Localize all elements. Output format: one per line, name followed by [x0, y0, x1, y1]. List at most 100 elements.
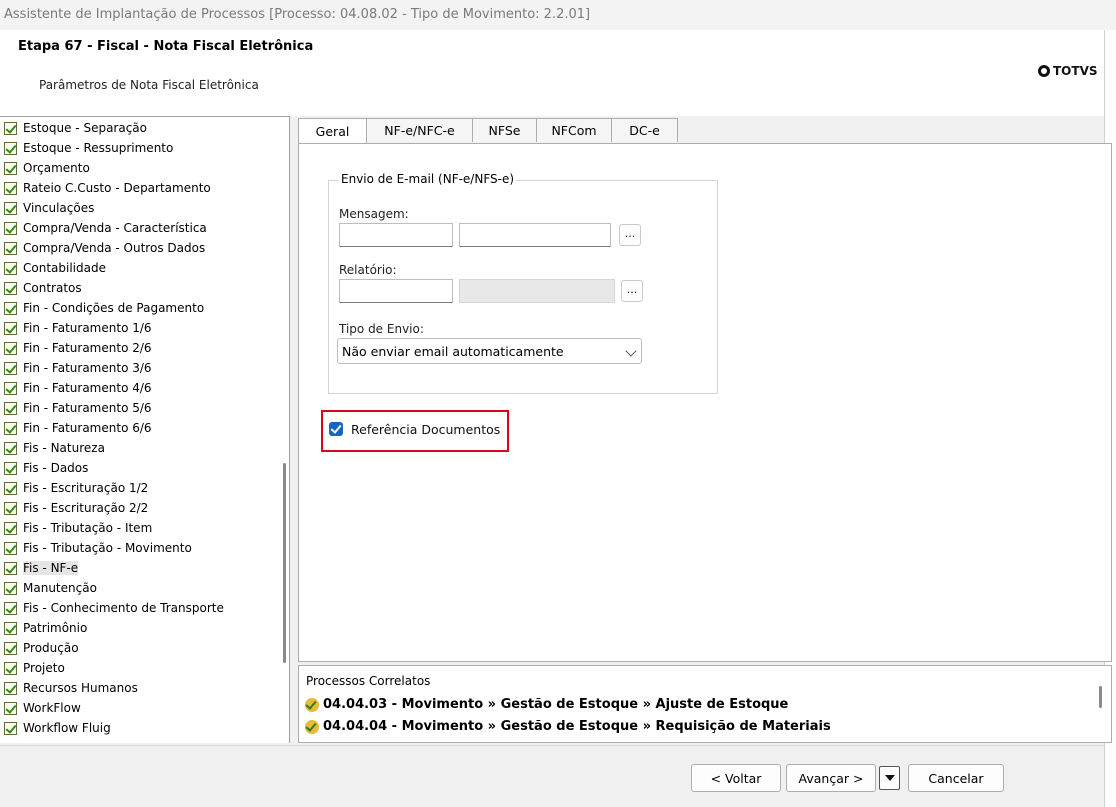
tree-item[interactable]: Fis - Tributação - Item [4, 518, 152, 538]
totvs-logo-icon [1038, 65, 1050, 77]
tree-item[interactable]: Fin - Faturamento 1/6 [4, 318, 152, 338]
tree-scrollbar[interactable] [283, 463, 286, 663]
tree-item-label: Recursos Humanos [23, 681, 138, 695]
tree-item[interactable]: Manutenção [4, 578, 97, 598]
tree-item[interactable]: Fin - Faturamento 3/6 [4, 358, 152, 378]
tree-item[interactable]: Contratos [4, 278, 82, 298]
related-processes-panel: Processos Correlatos 04.04.03 - Moviment… [298, 665, 1112, 743]
tree-item-label: Fis - Conhecimento de Transporte [23, 601, 224, 615]
tree-item[interactable]: Compra/Venda - Outros Dados [4, 238, 205, 258]
tree-item[interactable]: Fin - Condições de Pagamento [4, 298, 204, 318]
tree-item-label: Workflow Fluig [23, 721, 111, 735]
tree-item[interactable]: Vinculações [4, 198, 94, 218]
tree-item[interactable]: Fis - Escrituração 2/2 [4, 498, 148, 518]
tree-item-label: Fis - Tributação - Movimento [23, 541, 192, 555]
tree-item[interactable]: Recursos Humanos [4, 678, 138, 698]
related-item[interactable]: 04.04.04 - Movimento » Gestão de Estoque… [305, 719, 831, 734]
tree-item-label: Fis - Escrituração 2/2 [23, 501, 149, 515]
completed-check-icon [4, 281, 17, 295]
tree-item[interactable]: Fin - Faturamento 4/6 [4, 378, 152, 398]
tree-item-label: Fis - Escrituração 1/2 [23, 481, 149, 495]
tree-item-label: Fis - Natureza [23, 441, 105, 455]
tree-item-label: Fis - Tributação - Item [23, 521, 153, 535]
tab-nfcom[interactable]: NFCom [536, 118, 612, 142]
tipo-envio-select[interactable]: Não enviar email automaticamente [337, 338, 642, 364]
completed-check-icon [4, 401, 17, 415]
tree-item[interactable]: Fin - Faturamento 6/6 [4, 418, 152, 438]
tab-geral[interactable]: Geral [298, 118, 367, 144]
next-options-dropdown[interactable] [879, 766, 900, 790]
mensagem-code-input[interactable] [339, 223, 453, 247]
completed-check-icon [4, 361, 17, 375]
tree-item-label: WorkFlow [23, 701, 81, 715]
tree-item[interactable]: Patrimônio [4, 618, 87, 638]
mensagem-browse-button[interactable]: ... [619, 224, 641, 246]
tree-item[interactable]: Workflow Fluig [4, 718, 111, 738]
relatorio-browse-button[interactable]: ... [621, 280, 643, 302]
tree-item-label: Manutenção [23, 581, 97, 595]
tree-item[interactable]: Fis - NF-e [4, 558, 79, 578]
cancel-button[interactable]: Cancelar [908, 764, 1004, 792]
completed-check-icon [4, 461, 17, 475]
tree-item[interactable]: Projeto [4, 658, 65, 678]
relatorio-description-input [459, 279, 615, 303]
next-button[interactable]: Avançar > [786, 764, 876, 792]
completed-check-icon [4, 341, 17, 355]
tree-item[interactable]: Compra/Venda - Característica [4, 218, 207, 238]
completed-check-icon [4, 661, 17, 675]
tree-item-label: Vinculações [23, 201, 95, 215]
completed-check-icon [4, 581, 17, 595]
tab-nfe-nfce[interactable]: NF-e/NFC-e [366, 118, 473, 142]
completed-check-icon [4, 541, 17, 555]
mensagem-description-input[interactable] [459, 223, 611, 247]
tree-item-label: Fis - NF-e [23, 561, 79, 575]
tree-item-label: Fis - Dados [23, 461, 89, 475]
tree-item[interactable]: Orçamento [4, 158, 90, 178]
tree-item[interactable]: Rateio C.Custo - Departamento [4, 178, 211, 198]
tab-bar: Geral NF-e/NFC-e NFSe NFCom DC-e [298, 118, 678, 144]
related-item-label: 04.04.04 - Movimento » Gestão de Estoque… [323, 719, 831, 734]
back-button[interactable]: < Voltar [691, 764, 781, 792]
referencia-documentos-label[interactable]: Referência Documentos [351, 422, 500, 437]
tree-item[interactable]: WorkFlow [4, 698, 81, 718]
tree-item[interactable]: Fis - Natureza [4, 438, 105, 458]
tree-item[interactable]: Estoque - Ressuprimento [4, 138, 173, 158]
tree-item-label: Compra/Venda - Outros Dados [23, 241, 206, 255]
relatorio-code-input[interactable] [339, 279, 453, 303]
step-title: Etapa 67 - Fiscal - Nota Fiscal Eletrôni… [18, 39, 314, 54]
tipo-envio-value: Não enviar email automaticamente [342, 344, 564, 359]
window-title: Assistente de Implantação de Processos [… [0, 0, 1116, 30]
tree-item-label: Produção [23, 641, 79, 655]
tab-dce[interactable]: DC-e [611, 118, 678, 142]
tab-nfse[interactable]: NFSe [472, 118, 537, 142]
completed-check-icon [4, 381, 17, 395]
step-subtitle: Parâmetros de Nota Fiscal Eletrônica [39, 78, 259, 92]
completed-check-icon [4, 261, 17, 275]
tree-item[interactable]: Fis - Dados [4, 458, 88, 478]
tree-item[interactable]: Produção [4, 638, 79, 658]
related-scrollbar[interactable] [1099, 686, 1102, 708]
referencia-documentos-checkbox[interactable] [329, 422, 343, 436]
completed-check-icon [4, 601, 17, 615]
completed-check-icon [4, 501, 17, 515]
completed-check-icon [4, 121, 17, 135]
completed-check-icon [4, 521, 17, 535]
completed-check-icon [4, 241, 17, 255]
tree-item-label: Orçamento [23, 161, 90, 175]
tree-item[interactable]: Estoque - Separação [4, 118, 147, 138]
tree-item[interactable]: Fis - Tributação - Movimento [4, 538, 192, 558]
tree-item[interactable]: Contabilidade [4, 258, 106, 278]
tree-item-label: Fin - Faturamento 3/6 [23, 361, 152, 375]
tree-item-label: Estoque - Ressuprimento [23, 141, 174, 155]
tree-item[interactable]: Fis - Escrituração 1/2 [4, 478, 148, 498]
relatorio-label: Relatório: [339, 263, 397, 277]
process-check-icon [305, 697, 319, 712]
tree-item-label: Patrimônio [23, 621, 88, 635]
tree-item[interactable]: Fin - Faturamento 2/6 [4, 338, 152, 358]
tree-item-label: Fin - Condições de Pagamento [23, 301, 205, 315]
tree-item[interactable]: Fin - Faturamento 5/6 [4, 398, 152, 418]
related-title: Processos Correlatos [306, 674, 431, 688]
related-item[interactable]: 04.04.03 - Movimento » Gestão de Estoque… [305, 697, 788, 712]
tree-item[interactable]: Fis - Conhecimento de Transporte [4, 598, 224, 618]
completed-check-icon [4, 641, 17, 655]
